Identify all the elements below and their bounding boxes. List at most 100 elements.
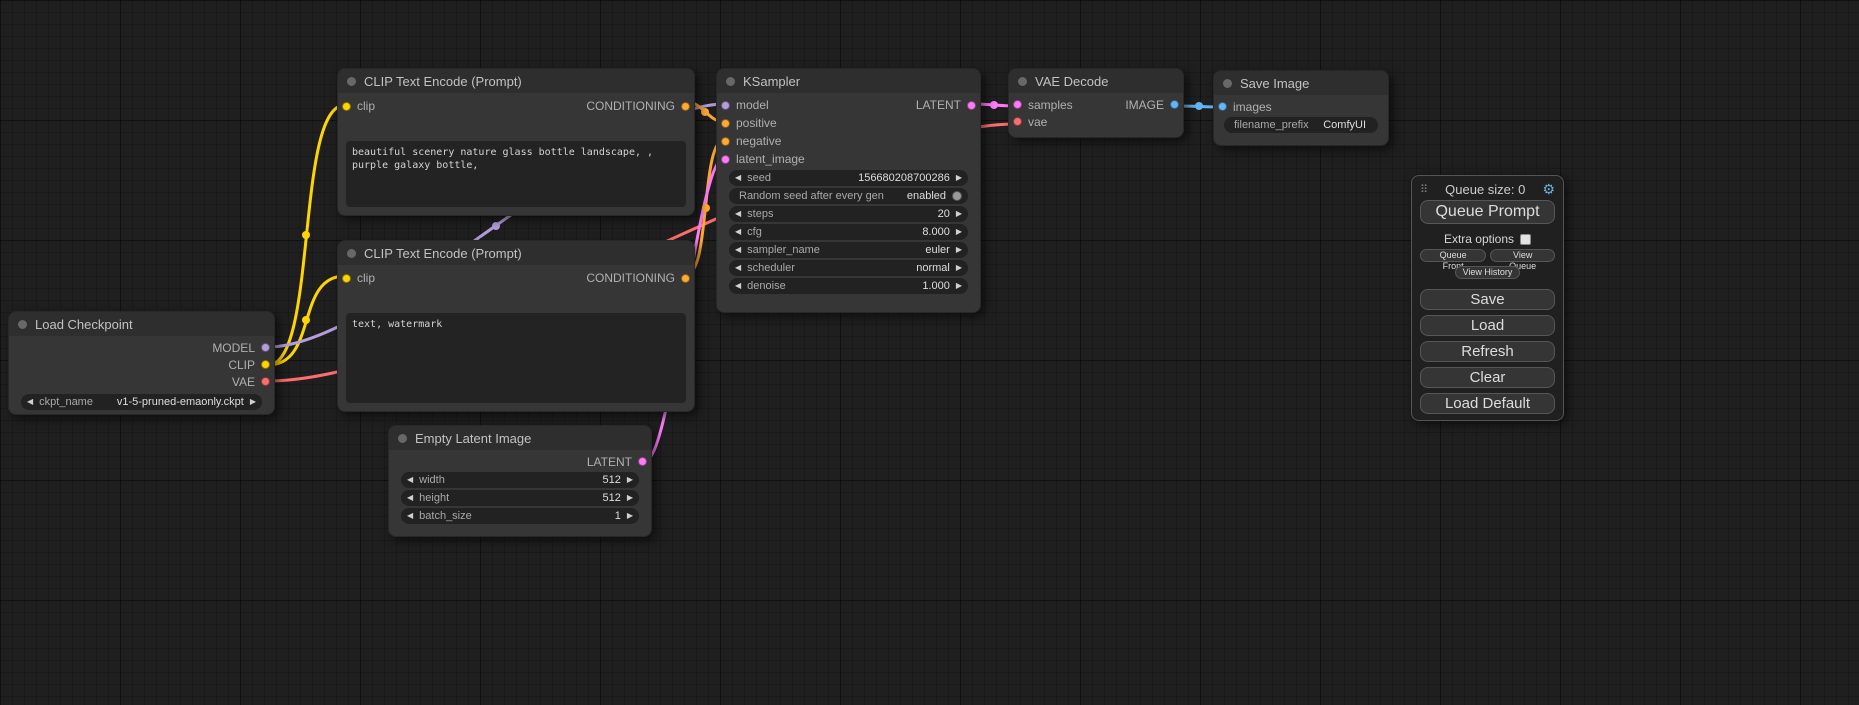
increment-arrow-icon[interactable]: ▶	[956, 260, 962, 276]
collapse-dot-icon[interactable]	[398, 434, 407, 443]
widget-width[interactable]: ◀ width 512 ▶	[401, 472, 639, 488]
conditioning-slot-dot-icon[interactable]	[681, 102, 690, 111]
settings-gear-icon[interactable]: ⚙	[1542, 181, 1555, 198]
decrement-arrow-icon[interactable]: ◀	[735, 206, 741, 222]
output-slot-image[interactable]: IMAGE	[1125, 98, 1179, 112]
clip-slot-dot-icon[interactable]	[261, 360, 270, 369]
node-title-bar[interactable]: Save Image	[1214, 71, 1388, 95]
input-slot-vae[interactable]: vae	[1013, 115, 1047, 129]
decrement-arrow-icon[interactable]: ◀	[27, 394, 33, 410]
collapse-dot-icon[interactable]	[726, 77, 735, 86]
latent-slot-dot-icon[interactable]	[967, 101, 976, 110]
load-default-button[interactable]: Load Default	[1420, 393, 1555, 414]
drag-handle-icon[interactable]: ⠿	[1420, 183, 1428, 196]
increment-arrow-icon[interactable]: ▶	[956, 242, 962, 258]
collapse-dot-icon[interactable]	[347, 249, 356, 258]
conditioning-slot-dot-icon[interactable]	[721, 119, 730, 128]
decrement-arrow-icon[interactable]: ◀	[407, 472, 413, 488]
load-button[interactable]: Load	[1420, 315, 1555, 336]
widget-seed[interactable]: ◀ seed 156680208700286 ▶	[729, 170, 968, 186]
clip-slot-dot-icon[interactable]	[342, 102, 351, 111]
node-title-bar[interactable]: VAE Decode	[1009, 69, 1183, 93]
latent-slot-dot-icon[interactable]	[638, 457, 647, 466]
widget-filename-prefix[interactable]: filename_prefix ComfyUI	[1224, 117, 1378, 133]
node-title-bar[interactable]: CLIP Text Encode (Prompt)	[338, 241, 694, 265]
queue-front-button[interactable]: Queue Front	[1420, 249, 1486, 262]
node-clip-text-encode-positive[interactable]: CLIP Text Encode (Prompt) clip CONDITION…	[337, 68, 695, 216]
clear-button[interactable]: Clear	[1420, 367, 1555, 388]
model-slot-dot-icon[interactable]	[721, 101, 730, 110]
input-slot-clip[interactable]: clip	[342, 99, 375, 113]
input-slot-clip[interactable]: clip	[342, 271, 375, 285]
increment-arrow-icon[interactable]: ▶	[956, 206, 962, 222]
output-slot-conditioning[interactable]: CONDITIONING	[586, 99, 690, 113]
node-load-checkpoint[interactable]: Load Checkpoint MODEL CLIP VAE ◀ ckpt_na…	[8, 311, 275, 415]
decrement-arrow-icon[interactable]: ◀	[735, 242, 741, 258]
increment-arrow-icon[interactable]: ▶	[956, 278, 962, 294]
widget-cfg[interactable]: ◀ cfg 8.000 ▶	[729, 224, 968, 240]
widget-random-seed-toggle[interactable]: Random seed after every gen enabled	[729, 188, 968, 204]
latent-slot-dot-icon[interactable]	[1013, 100, 1022, 109]
output-slot-latent[interactable]: LATENT	[587, 455, 647, 469]
widget-sampler-name[interactable]: ◀ sampler_name euler ▶	[729, 242, 968, 258]
conditioning-slot-dot-icon[interactable]	[681, 274, 690, 283]
decrement-arrow-icon[interactable]: ◀	[407, 508, 413, 524]
decrement-arrow-icon[interactable]: ◀	[735, 224, 741, 240]
output-slot-clip[interactable]: CLIP	[228, 358, 270, 372]
collapse-dot-icon[interactable]	[1018, 77, 1027, 86]
negative-prompt-textarea[interactable]: text, watermark	[346, 313, 686, 403]
node-save-image[interactable]: Save Image images filename_prefix ComfyU…	[1213, 70, 1389, 146]
node-empty-latent-image[interactable]: Empty Latent Image LATENT ◀ width 512 ▶ …	[388, 425, 652, 537]
toggle-knob-icon[interactable]	[952, 191, 962, 201]
clip-slot-dot-icon[interactable]	[342, 274, 351, 283]
input-slot-positive[interactable]: positive	[721, 116, 777, 130]
output-slot-latent[interactable]: LATENT	[916, 98, 976, 112]
conditioning-slot-dot-icon[interactable]	[721, 137, 730, 146]
widget-steps[interactable]: ◀ steps 20 ▶	[729, 206, 968, 222]
increment-arrow-icon[interactable]: ▶	[627, 490, 633, 506]
view-queue-button[interactable]: View Queue	[1490, 249, 1555, 262]
decrement-arrow-icon[interactable]: ◀	[735, 260, 741, 276]
widget-denoise[interactable]: ◀ denoise 1.000 ▶	[729, 278, 968, 294]
vae-slot-dot-icon[interactable]	[1013, 117, 1022, 126]
queue-prompt-button[interactable]: Queue Prompt	[1420, 200, 1555, 224]
vae-slot-dot-icon[interactable]	[261, 377, 270, 386]
input-slot-model[interactable]: model	[721, 98, 769, 112]
view-history-button[interactable]: View History	[1455, 266, 1521, 279]
output-slot-model[interactable]: MODEL	[212, 341, 270, 355]
collapse-dot-icon[interactable]	[18, 320, 27, 329]
increment-arrow-icon[interactable]: ▶	[627, 508, 633, 524]
widget-ckpt-name[interactable]: ◀ ckpt_name v1-5-pruned-emaonly.ckpt ▶	[21, 394, 262, 410]
increment-arrow-icon[interactable]: ▶	[956, 170, 962, 186]
widget-batch-size[interactable]: ◀ batch_size 1 ▶	[401, 508, 639, 524]
increment-arrow-icon[interactable]: ▶	[627, 472, 633, 488]
image-slot-dot-icon[interactable]	[1218, 102, 1227, 111]
node-title-bar[interactable]: KSampler	[717, 69, 980, 93]
input-slot-latent-image[interactable]: latent_image	[721, 152, 805, 166]
output-slot-conditioning[interactable]: CONDITIONING	[586, 271, 690, 285]
input-slot-samples[interactable]: samples	[1013, 98, 1073, 112]
node-vae-decode[interactable]: VAE Decode samples IMAGE vae	[1008, 68, 1184, 138]
decrement-arrow-icon[interactable]: ◀	[735, 278, 741, 294]
extra-options-checkbox[interactable]	[1520, 234, 1531, 245]
positive-prompt-textarea[interactable]: beautiful scenery nature glass bottle la…	[346, 141, 686, 207]
node-clip-text-encode-negative[interactable]: CLIP Text Encode (Prompt) clip CONDITION…	[337, 240, 695, 412]
decrement-arrow-icon[interactable]: ◀	[407, 490, 413, 506]
collapse-dot-icon[interactable]	[1223, 79, 1232, 88]
input-slot-images[interactable]: images	[1218, 100, 1272, 114]
model-slot-dot-icon[interactable]	[261, 343, 270, 352]
node-title-bar[interactable]: Empty Latent Image	[389, 426, 651, 450]
image-slot-dot-icon[interactable]	[1170, 100, 1179, 109]
decrement-arrow-icon[interactable]: ◀	[735, 170, 741, 186]
increment-arrow-icon[interactable]: ▶	[956, 224, 962, 240]
widget-height[interactable]: ◀ height 512 ▶	[401, 490, 639, 506]
collapse-dot-icon[interactable]	[347, 77, 356, 86]
increment-arrow-icon[interactable]: ▶	[250, 394, 256, 410]
latent-slot-dot-icon[interactable]	[721, 155, 730, 164]
widget-scheduler[interactable]: ◀ scheduler normal ▶	[729, 260, 968, 276]
node-title-bar[interactable]: Load Checkpoint	[9, 312, 274, 336]
node-ksampler[interactable]: KSampler model LATENT positive negative	[716, 68, 981, 313]
refresh-button[interactable]: Refresh	[1420, 341, 1555, 362]
output-slot-vae[interactable]: VAE	[232, 375, 270, 389]
input-slot-negative[interactable]: negative	[721, 134, 781, 148]
